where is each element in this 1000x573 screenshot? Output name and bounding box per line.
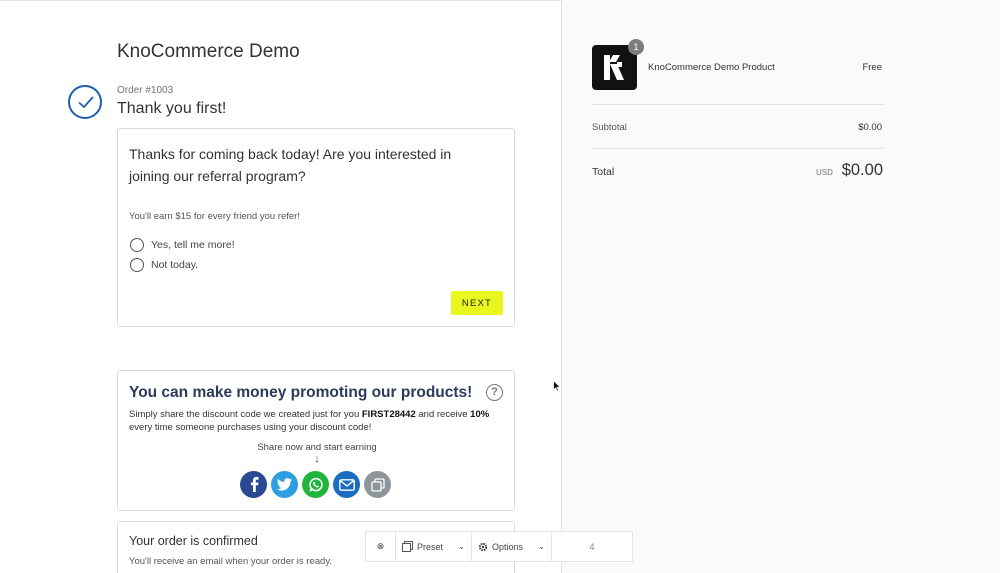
share-label: Share now and start earning xyxy=(257,442,377,453)
total-label: Total xyxy=(592,166,615,178)
survey-question: Thanks for coming back today! Are you in… xyxy=(129,146,452,184)
preset-icon xyxy=(402,541,413,552)
chevron-down-icon: ⌄ xyxy=(538,542,545,551)
discount-percent: 10% xyxy=(470,409,490,420)
discount-code: FIRST28442 xyxy=(361,409,416,420)
order-summary-sidebar: 1 KnoCommerce Demo Product Free Subtotal… xyxy=(561,0,1000,573)
confirmation-title: Your order is confirmed xyxy=(129,534,258,548)
chevron-down-icon: ⌄ xyxy=(458,542,465,551)
options-dropdown[interactable]: Options ⌄ xyxy=(472,532,552,561)
preset-label: Preset xyxy=(417,541,444,552)
divider xyxy=(592,104,883,105)
product-name: KnoCommerce Demo Product xyxy=(648,62,775,73)
total-value: $0.00 xyxy=(841,161,883,179)
subtotal-value: $0.00 xyxy=(858,122,882,133)
survey-subtitle: You'll earn $15 for every friend you ref… xyxy=(129,211,300,222)
promo-text-part: every time someone purchases using your … xyxy=(129,422,372,433)
close-icon[interactable]: ⊗ xyxy=(366,532,396,561)
help-icon[interactable]: ? xyxy=(486,384,503,401)
gear-icon xyxy=(478,542,488,551)
radio-button[interactable] xyxy=(130,258,144,272)
survey-card: Thanks for coming back today! Are you in… xyxy=(117,128,515,327)
cursor-icon xyxy=(553,379,562,397)
next-button[interactable]: NEXT xyxy=(451,291,503,315)
floating-toolbar: ⊗ Preset ⌄ Options ⌄ 4 xyxy=(365,531,633,562)
main-content: KnoCommerce Demo Order #1003 Thank you f… xyxy=(0,0,561,573)
copy-icon[interactable] xyxy=(364,471,391,498)
preset-dropdown[interactable]: Preset ⌄ xyxy=(396,532,472,561)
promo-card: You can make money promoting our product… xyxy=(117,370,515,511)
check-icon xyxy=(68,85,102,119)
subtotal-label: Subtotal xyxy=(592,122,627,133)
quantity-badge: 1 xyxy=(628,39,644,55)
survey-option-label: Yes, tell me more! xyxy=(151,239,235,251)
email-icon[interactable] xyxy=(333,471,360,498)
promo-title: You can make money promoting our product… xyxy=(129,384,473,401)
facebook-icon[interactable] xyxy=(240,471,267,498)
survey-option-yes[interactable]: Yes, tell me more! xyxy=(130,238,235,252)
promo-text-part: and receive xyxy=(415,409,471,420)
options-label: Options xyxy=(492,541,524,552)
product-price: Free xyxy=(862,62,882,73)
radio-button[interactable] xyxy=(130,238,144,252)
divider xyxy=(592,148,883,149)
whatsapp-icon[interactable] xyxy=(302,471,329,498)
share-buttons xyxy=(240,471,391,498)
twitter-icon[interactable] xyxy=(271,471,298,498)
arrow-down-icon: ↓ xyxy=(314,453,320,465)
page-input[interactable]: 4 xyxy=(552,532,632,561)
survey-option-no[interactable]: Not today. xyxy=(130,258,198,272)
survey-option-label: Not today. xyxy=(151,259,199,271)
store-name: KnoCommerce Demo xyxy=(117,41,300,62)
page-title: Thank you first! xyxy=(117,100,227,117)
promo-text-part: Simply share the discount code we create… xyxy=(129,409,362,420)
promo-text: Simply share the discount code we create… xyxy=(129,408,507,434)
confirmation-subtitle: You'll receive an email when your order … xyxy=(129,556,333,567)
order-number: Order #1003 xyxy=(117,85,174,96)
